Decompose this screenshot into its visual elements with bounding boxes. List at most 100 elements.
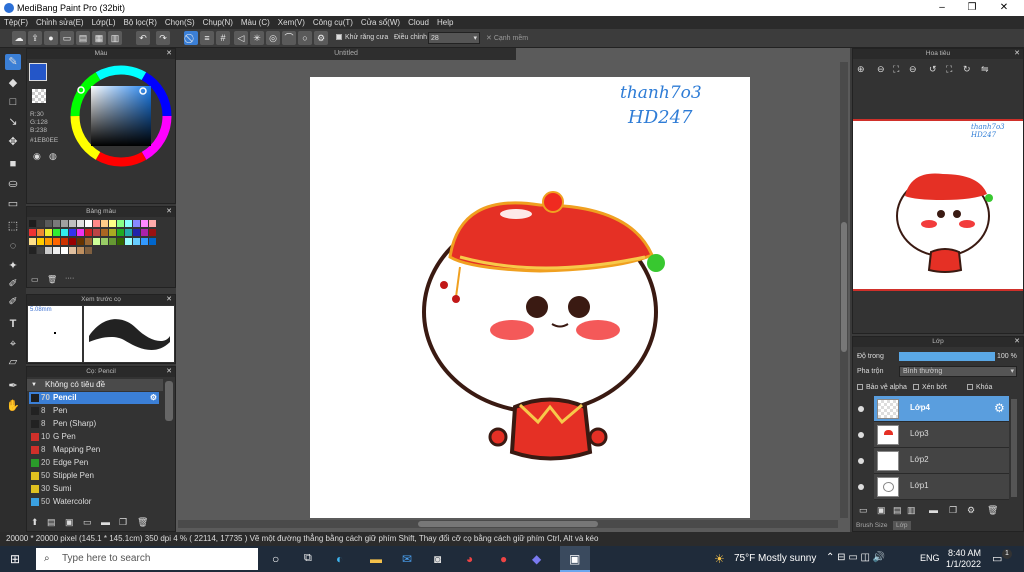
brush-item[interactable]: 20 Edge Pen <box>29 457 159 469</box>
palette-swatch[interactable] <box>61 229 68 236</box>
antialias-checkbox[interactable] <box>336 34 342 41</box>
rotate-right-icon[interactable]: ↻ <box>963 64 971 75</box>
palette-swatch[interactable] <box>149 238 156 245</box>
layer-item-1[interactable]: Lớp1 <box>874 474 1009 500</box>
zoom-out-icon[interactable]: ⊖ <box>877 64 885 75</box>
palette-swatch[interactable] <box>29 229 36 236</box>
magic-wand-icon[interactable]: ✦ <box>5 258 21 274</box>
eyedropper-icon[interactable]: ✒ <box>5 378 21 394</box>
zoom-minus-icon[interactable]: ⊖ <box>909 64 917 75</box>
delete-layer-icon[interactable]: 🗑 <box>987 505 998 516</box>
palette-swatch[interactable] <box>85 247 92 254</box>
palette-swatch[interactable] <box>133 229 140 236</box>
soft-edge-close-icon[interactable]: ✕ <box>486 35 492 42</box>
mail-icon[interactable]: ✉ <box>402 552 412 566</box>
palette-swatch[interactable] <box>29 238 36 245</box>
panel-close-icon[interactable]: ✕ <box>166 295 172 305</box>
gradient-tool-icon[interactable]: ▭ <box>5 196 21 212</box>
palette-swatch[interactable] <box>101 220 108 227</box>
vertical-scrollbar[interactable] <box>840 62 848 518</box>
palette-swatch[interactable] <box>93 220 100 227</box>
palette-swatch[interactable] <box>85 229 92 236</box>
cloud-icon[interactable]: ☁ <box>12 31 26 45</box>
eraser-tool-icon[interactable]: ◆ <box>5 75 21 91</box>
concentric-snap-icon[interactable]: ◎ <box>266 31 280 45</box>
notification-icon[interactable]: ▭ <box>992 552 1002 565</box>
brush-item[interactable]: 8 Pen <box>29 405 159 417</box>
panel-close-icon[interactable]: ✕ <box>166 207 172 217</box>
delete-brush-icon[interactable]: 🗑 <box>137 517 148 528</box>
menu-cloud[interactable]: Cloud <box>404 16 433 27</box>
palette-swatch[interactable] <box>37 220 44 227</box>
delete-palette-icon[interactable]: 🗑 <box>47 275 57 284</box>
brush-dropdown-icon[interactable]: ▣ <box>65 517 74 528</box>
palette-swatch[interactable] <box>77 220 84 227</box>
palette-swatch[interactable] <box>37 229 44 236</box>
page-icon[interactable]: ▤ <box>76 31 90 45</box>
palette-swatch[interactable] <box>53 247 60 254</box>
fit-icon[interactable]: ⛶ <box>893 64 899 75</box>
new-layer-menu-icon[interactable]: ▣ <box>877 505 886 516</box>
palette-swatch[interactable] <box>109 220 116 227</box>
palette-swatch[interactable] <box>45 247 52 254</box>
cortana-icon[interactable]: ○ <box>272 552 279 566</box>
palette-swatch[interactable] <box>37 247 44 254</box>
layer-dropdown-icon[interactable]: ▥ <box>907 505 916 516</box>
palette-swatch[interactable] <box>149 229 156 236</box>
blend-mode-select[interactable]: Bình thường ▾ <box>899 366 1017 377</box>
palette-swatch[interactable] <box>125 229 132 236</box>
palette-swatch[interactable] <box>93 229 100 236</box>
teams-icon[interactable]: ◆ <box>532 552 541 566</box>
palette-swatch[interactable] <box>45 238 52 245</box>
correction-select[interactable]: 28 ▾ <box>428 32 480 44</box>
lasso-tool-icon[interactable]: ◌ <box>5 238 21 254</box>
layer-item-4[interactable]: Lớp4 ⚙ <box>874 396 1009 422</box>
palette-swatch[interactable] <box>53 238 60 245</box>
palette-swatch[interactable] <box>109 238 116 245</box>
copy-layer-icon[interactable]: ▤ <box>893 505 902 516</box>
palette-swatch[interactable] <box>109 229 116 236</box>
layer-item-3[interactable]: Lớp3 <box>874 422 1009 448</box>
menu-view[interactable]: Xem(V) <box>274 16 309 27</box>
grid-icon[interactable]: ▦ <box>92 31 106 45</box>
taskbar-search-input[interactable]: ⌕ Type here to search <box>36 548 258 570</box>
menu-file[interactable]: Tệp(F) <box>0 16 32 27</box>
palette-swatch[interactable] <box>117 229 124 236</box>
palette-swatch[interactable] <box>85 220 92 227</box>
palette-swatch[interactable] <box>61 238 68 245</box>
menu-edit[interactable]: Chỉnh sửa(E) <box>32 16 88 27</box>
redo-icon[interactable]: ↷ <box>156 31 170 45</box>
horizontal-scrollbar[interactable] <box>178 520 838 528</box>
palette-swatch[interactable] <box>125 238 132 245</box>
tray-icons[interactable]: ⌃ ⊟ ▭ ◫ 🔊 <box>826 552 885 563</box>
select-tool-icon[interactable]: ⬚ <box>5 218 21 234</box>
panel-close-icon[interactable]: ✕ <box>166 367 172 377</box>
tab-layers[interactable]: Lớp <box>893 521 911 530</box>
brush-item[interactable]: 8 Pen (Sharp) <box>29 418 159 430</box>
palette-swatch[interactable] <box>61 247 68 254</box>
panel-close-icon[interactable]: ✕ <box>166 49 172 59</box>
menu-filter[interactable]: Bộ lọc(R) <box>120 16 161 27</box>
app-icon[interactable]: ● <box>500 552 507 566</box>
close-button[interactable]: ✕ <box>988 0 1020 16</box>
palette-swatch[interactable] <box>53 229 60 236</box>
task-view-icon[interactable]: ⧉ <box>304 552 312 565</box>
clock-time[interactable]: 8:40 AM <box>948 548 981 558</box>
hand-tool-icon[interactable]: ✋ <box>5 398 21 414</box>
palette-swatch[interactable] <box>77 229 84 236</box>
move-tool-icon[interactable]: ✥ <box>5 134 21 150</box>
copy-brush-icon[interactable]: ▭ <box>83 517 92 528</box>
palette-more[interactable]: ···· <box>65 275 74 282</box>
clock-date[interactable]: 1/1/2022 <box>946 559 981 569</box>
rectangle-tool-icon[interactable]: □ <box>5 94 21 110</box>
layout-icon[interactable]: ▥ <box>108 31 122 45</box>
fullscreen-icon[interactable]: ⛶ <box>946 64 952 75</box>
menu-select[interactable]: Chọn(S) <box>161 16 199 27</box>
language-indicator[interactable]: ENG <box>920 553 940 563</box>
settings-icon[interactable]: ⚙ <box>314 31 328 45</box>
palette-swatch[interactable] <box>53 220 60 227</box>
palette-swatch[interactable] <box>77 238 84 245</box>
weather-text[interactable]: 75°F Mostly sunny <box>734 553 816 564</box>
brush-item[interactable]: 10 G Pen <box>29 431 159 443</box>
palette-swatch[interactable] <box>29 220 36 227</box>
